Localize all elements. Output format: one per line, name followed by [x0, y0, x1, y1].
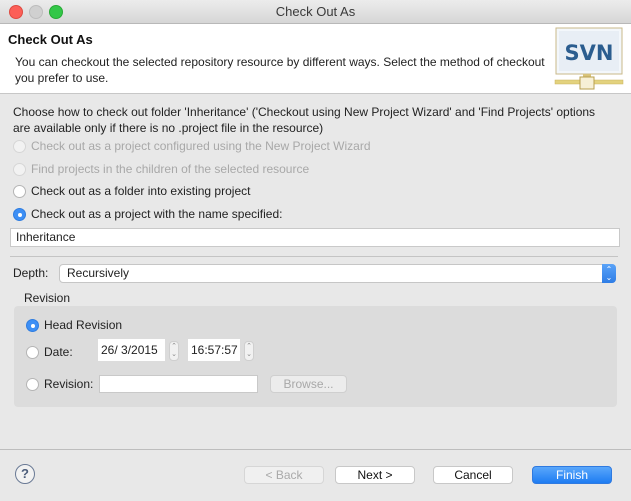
option-find-projects: Find projects in the children of the sel… [13, 161, 309, 177]
wizard-title: Check Out As [8, 32, 93, 47]
date-label[interactable]: Date: [44, 345, 73, 359]
browse-button[interactable]: Browse... [270, 375, 347, 393]
revision-label[interactable]: Revision: [44, 377, 93, 391]
revision-number-input[interactable] [99, 375, 258, 393]
option-label: Check out as a project configured using … [31, 139, 371, 153]
radio-new-project-wizard [13, 139, 26, 153]
date-field[interactable]: 26/ 3/2015 [98, 339, 165, 361]
option-folder-into-project[interactable]: Check out as a folder into existing proj… [13, 183, 250, 199]
option-date[interactable]: Date: [26, 344, 73, 360]
depth-select[interactable]: Recursively ⌃ ⌄ [59, 264, 616, 283]
wizard-header: Check Out As You can checkout the select… [0, 24, 631, 94]
option-label: Find projects in the children of the sel… [31, 162, 310, 176]
radio-folder-into-project[interactable] [13, 184, 26, 198]
option-label[interactable]: Check out as a folder into existing proj… [31, 184, 250, 198]
window-title: Check Out As [275, 4, 356, 19]
option-project-with-name[interactable]: Check out as a project with the name spe… [13, 206, 282, 222]
help-icon[interactable]: ? [15, 464, 35, 484]
head-revision-label[interactable]: Head Revision [44, 318, 122, 332]
depth-label: Depth: [13, 266, 49, 280]
checkout-instructions: Choose how to check out folder 'Inherita… [13, 105, 596, 135]
footer-separator [0, 449, 631, 450]
title-bar: Check Out As [0, 0, 631, 24]
radio-revision[interactable] [26, 377, 39, 391]
date-stepper[interactable]: ⌃ ⌄ [169, 341, 179, 361]
depth-selected-value: Recursively [67, 266, 130, 280]
radio-head-revision[interactable] [26, 318, 39, 332]
back-button[interactable]: < Back [244, 466, 324, 484]
chevron-up-down-icon[interactable]: ⌃ ⌄ [602, 264, 616, 283]
svn-logo-icon: SVN [554, 27, 624, 90]
option-revision[interactable]: Revision: [26, 376, 93, 392]
radio-date[interactable] [26, 345, 39, 359]
radio-project-with-name[interactable] [13, 207, 26, 221]
maximize-window-button[interactable] [49, 5, 63, 19]
option-label[interactable]: Check out as a project with the name spe… [31, 207, 282, 221]
separator [10, 256, 618, 257]
option-new-project-wizard: Check out as a project configured using … [13, 138, 371, 154]
svn-logo-text: SVN [565, 41, 614, 65]
minimize-window-button[interactable] [29, 5, 43, 19]
project-name-input[interactable]: Inheritance [10, 228, 620, 247]
close-window-button[interactable] [9, 5, 23, 19]
wizard-description: You can checkout the selected repository… [15, 55, 545, 85]
option-head-revision[interactable]: Head Revision [26, 317, 122, 333]
cancel-button[interactable]: Cancel [433, 466, 513, 484]
finish-button[interactable]: Finish [532, 466, 612, 484]
time-stepper[interactable]: ⌃ ⌄ [244, 341, 254, 361]
time-field[interactable]: 16:57:57 [188, 339, 240, 361]
revision-group-label: Revision [24, 291, 71, 305]
radio-find-projects [13, 162, 26, 176]
next-button[interactable]: Next > [335, 466, 415, 484]
